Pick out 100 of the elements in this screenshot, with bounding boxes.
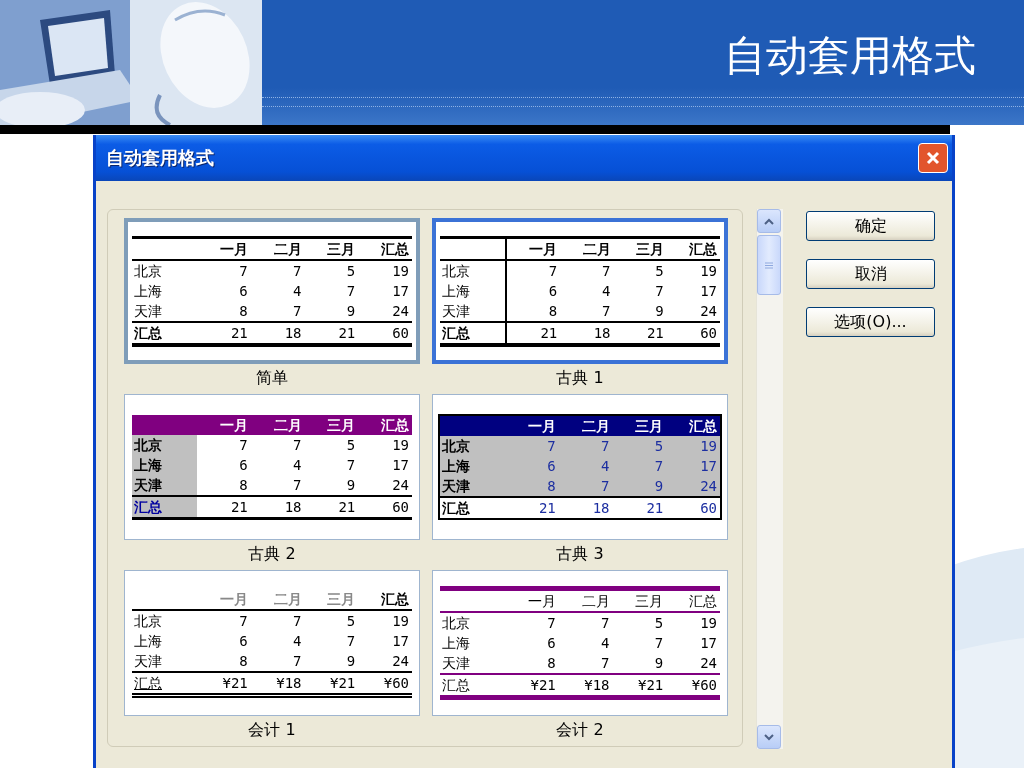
column-header: 汇总 xyxy=(380,415,410,435)
scroll-up-button[interactable] xyxy=(757,209,781,233)
table-cell-text: 上海 xyxy=(133,281,163,301)
table-cell-text: ¥60 xyxy=(690,676,718,695)
table-cell: 北京 xyxy=(132,434,197,455)
table-cell-text: 汇总 xyxy=(133,673,163,693)
table-cell-text: 汇总 xyxy=(441,499,471,518)
table-cell-text: 6 xyxy=(546,634,557,653)
table-cell: 天津 xyxy=(440,300,507,321)
table-cell-text: 7 xyxy=(547,261,559,281)
table-cell-text: 7 xyxy=(601,301,612,321)
table-cell: 上海 xyxy=(440,280,507,301)
table-cell-text: 21 xyxy=(229,497,249,517)
table-cell-text: 24 xyxy=(391,651,410,671)
table-cell-text: 21 xyxy=(537,499,557,518)
dialog-button[interactable]: 选项(O)... xyxy=(806,307,935,337)
table-cell-text: 17 xyxy=(391,281,410,301)
table-cell-text: 60 xyxy=(699,323,718,343)
table-cell-text: 24 xyxy=(699,654,718,673)
table-cell-text: 7 xyxy=(238,611,249,631)
table-cell-text: 21 xyxy=(229,323,249,343)
table-cell-text: 24 xyxy=(391,301,410,321)
table-cell: 北京 xyxy=(440,260,507,281)
table-cell-text: ¥18 xyxy=(275,673,303,693)
table-cell-text: 汇总 xyxy=(133,323,163,343)
table-cell-text: 5 xyxy=(653,614,665,633)
format-preview[interactable]: 一月 二月 三月 汇总 北京 7 7 5 19 上海 6 4 7 17 天津 8 7 9 24 汇总 21 18 21 60 xyxy=(124,394,420,540)
table-cell-text: 7 xyxy=(601,261,612,281)
table-cell-text: ¥21 xyxy=(328,673,357,693)
table-cell-text: 4 xyxy=(292,455,303,475)
table-cell-text: 18 xyxy=(591,499,611,518)
table-cell-text: 9 xyxy=(653,654,665,673)
table-cell-text: 6 xyxy=(238,455,249,475)
table-cell-text: 7 xyxy=(292,301,303,321)
column-header: 一月 xyxy=(218,239,249,259)
table-cell-text: 4 xyxy=(600,457,611,476)
dialog-button[interactable]: 确定 xyxy=(806,211,935,241)
scrollbar-thumb[interactable] xyxy=(757,235,781,295)
table-cell: 汇总 xyxy=(440,322,507,343)
format-preview[interactable]: 一月 二月 三月 汇总 北京 7 7 5 19 上海 6 4 7 17 天津 8 7 9 24 汇总 ¥21 ¥18 ¥21 ¥60 xyxy=(432,570,728,716)
table-cell-text: 8 xyxy=(546,477,557,496)
column-header: 汇总 xyxy=(380,239,410,259)
table-cell-text: 7 xyxy=(345,455,357,475)
format-preview[interactable]: 一月 二月 三月 汇总 北京 7 7 5 19 上海 6 4 7 17 天津 8 7 9 24 汇总 21 18 21 60 xyxy=(432,394,728,540)
table-cell-text: ¥60 xyxy=(382,673,410,693)
table-cell-text: 6 xyxy=(547,281,559,301)
column-header: 二月 xyxy=(272,415,303,435)
table-cell-text: 天津 xyxy=(133,651,163,671)
dialog-button[interactable]: 取消 xyxy=(806,259,935,289)
table-cell-text: 24 xyxy=(391,475,410,495)
table-cell-text: 17 xyxy=(699,457,718,476)
column-header: 汇总 xyxy=(380,589,410,609)
column-header: 汇总 xyxy=(688,592,718,611)
table-cell-text: 60 xyxy=(391,497,410,517)
table-cell-text: 17 xyxy=(699,634,718,653)
table-cell-text: 7 xyxy=(546,437,557,456)
table-cell-text: 5 xyxy=(345,611,357,631)
table-cell-text: 北京 xyxy=(441,614,471,633)
column-header: 三月 xyxy=(634,417,665,436)
table-cell-text: 18 xyxy=(283,497,303,517)
format-name: 古典 1 xyxy=(556,367,604,389)
table-cell-text: 18 xyxy=(283,323,303,343)
grip-icon xyxy=(765,261,773,269)
table-cell-text: 21 xyxy=(539,323,559,343)
table-cell-text: 6 xyxy=(238,281,249,301)
table-cell-text: 汇总 xyxy=(441,676,471,695)
format-preview[interactable]: 一月 二月 三月 汇总 北京 7 7 5 19 上海 6 4 7 17 天津 8 7 9 24 汇总 21 18 21 60 xyxy=(124,218,420,364)
table-cell: 上海 xyxy=(132,454,197,475)
table-cell-text: 17 xyxy=(699,281,718,301)
close-button[interactable] xyxy=(918,143,948,173)
table-cell-text: 7 xyxy=(600,477,611,496)
table-cell-text: 7 xyxy=(238,435,249,455)
table-cell-text: ¥21 xyxy=(529,676,557,695)
format-name: 会计 1 xyxy=(248,719,296,741)
scroll-down-button[interactable] xyxy=(757,725,781,749)
format-name: 古典 3 xyxy=(556,543,604,565)
column-header: 三月 xyxy=(634,592,665,611)
scrollbar[interactable] xyxy=(756,209,783,749)
format-preview[interactable]: 一月 二月 三月 汇总 北京 7 7 5 19 上海 6 4 7 17 天津 8 7 9 24 汇总 21 18 21 60 xyxy=(432,218,728,364)
chevron-down-icon xyxy=(764,733,774,741)
column-header: 一月 xyxy=(526,592,557,611)
column-header: 三月 xyxy=(634,239,665,259)
table-cell-text: 19 xyxy=(391,611,410,631)
table-cell-text: 7 xyxy=(238,261,249,281)
table-cell-text: 8 xyxy=(546,654,557,673)
table-cell-text: 8 xyxy=(238,475,249,495)
format-preview[interactable]: 一月 二月 三月 汇总 北京 7 7 5 19 上海 6 4 7 17 天津 8 7 9 24 汇总 ¥21 ¥18 ¥21 ¥60 xyxy=(124,570,420,716)
table-cell-text: 5 xyxy=(654,261,665,281)
table-cell-text: 21 xyxy=(337,323,357,343)
column-header: 二月 xyxy=(272,239,303,259)
table-cell-text: 上海 xyxy=(441,634,471,653)
table-cell-text: 7 xyxy=(292,435,303,455)
table-cell-text: 8 xyxy=(238,301,249,321)
table-cell-text: 4 xyxy=(600,634,611,653)
column-header: 二月 xyxy=(581,239,612,259)
table-cell-text: 19 xyxy=(699,261,718,281)
table-cell: 汇总 xyxy=(132,496,197,517)
column-header: 一月 xyxy=(526,417,557,436)
table-cell-text: 19 xyxy=(699,437,718,456)
table-cell-text: 24 xyxy=(699,301,718,321)
